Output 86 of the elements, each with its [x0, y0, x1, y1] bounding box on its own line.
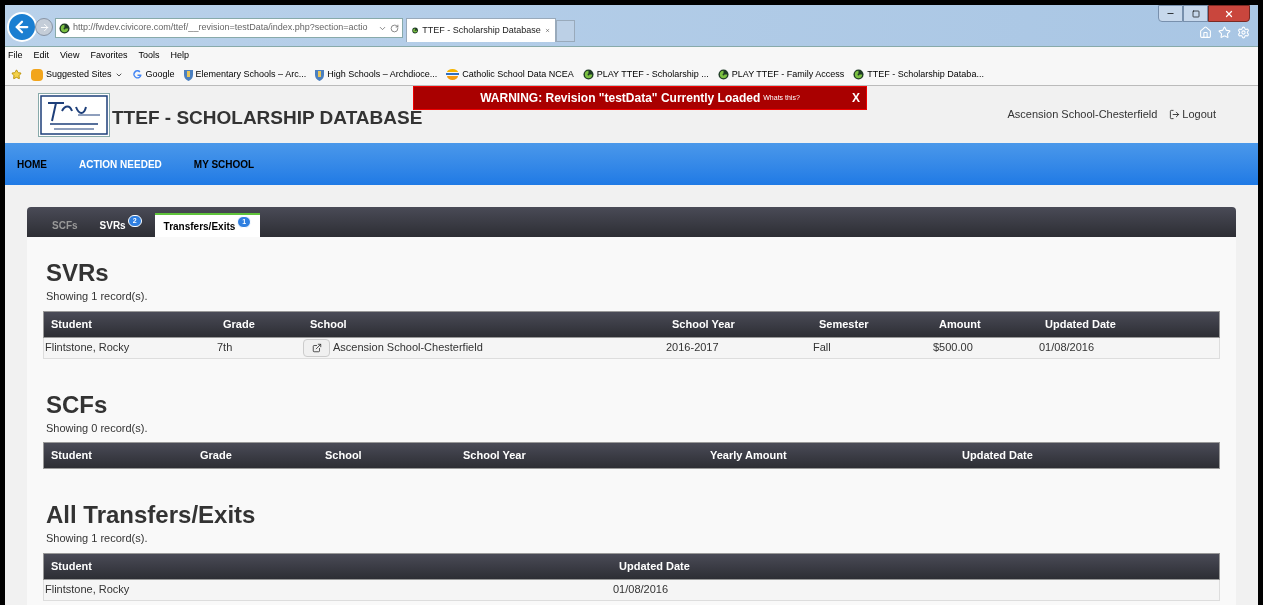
logo-icon — [38, 92, 110, 137]
column-header: Yearly Amount — [709, 448, 788, 464]
restore-icon — [1191, 9, 1200, 18]
column-header: Updated Date — [618, 558, 691, 574]
shield-icon — [315, 68, 325, 81]
menu-item[interactable]: View — [60, 48, 80, 63]
favorites-star-icon[interactable] — [11, 69, 22, 80]
logout-icon — [1169, 109, 1181, 120]
logout-link[interactable]: Logout — [1169, 106, 1216, 123]
column-header: School Year — [462, 448, 527, 464]
favorite-link[interactable]: Elementary Schools – Arc... — [183, 67, 307, 82]
swirl-icon — [59, 22, 70, 34]
record-count: Showing 1 record(s). — [46, 289, 149, 304]
column-header: Amount — [938, 316, 982, 332]
swirl-icon — [582, 69, 594, 80]
new-tab-button[interactable] — [556, 20, 575, 42]
star-icon[interactable] — [1218, 26, 1231, 39]
table-cell-text: 2016-2017 — [665, 340, 720, 356]
record-count: Showing 1 record(s). — [46, 531, 149, 546]
favorite-link[interactable]: Google — [131, 67, 175, 82]
column-header: Updated Date — [1044, 316, 1117, 332]
column-header: Student — [50, 316, 93, 332]
open-link-button[interactable] — [303, 338, 330, 357]
column-header: Grade — [222, 316, 256, 332]
favorite-link[interactable]: Catholic School Data NCEA — [446, 67, 574, 82]
close-tab-icon — [544, 26, 550, 35]
settings-icon[interactable] — [1237, 26, 1250, 39]
external-link-icon — [311, 342, 322, 353]
column-header: Updated Date — [961, 448, 1034, 464]
column-header: Semester — [818, 316, 870, 332]
table-cell-text: 01/08/2016 — [612, 582, 670, 598]
bowl-icon — [446, 69, 460, 80]
tab-title: TTEF - Scholarship Database — [422, 23, 541, 37]
browser-tab[interactable]: TTEF - Scholarship Database — [406, 18, 556, 42]
section-title: SVRs — [46, 259, 110, 287]
favorite-link[interactable]: High Schools – Archdioce... — [315, 67, 438, 82]
menu-item[interactable]: File — [8, 48, 23, 63]
favorite-link[interactable]: TTEF - Scholarship Databa... — [853, 67, 984, 82]
bing-icon — [31, 68, 43, 81]
column-header: School — [309, 316, 348, 332]
url-text: http://fwdev.civicore.com/ttef/__revision=testData/index.php?section=actio — [73, 21, 369, 35]
column-header: School Year — [671, 316, 736, 332]
favorite-link[interactable]: PLAY TTEF - Scholarship ... — [582, 67, 709, 82]
section-title: SCFs — [46, 390, 109, 419]
section-title: All Transfers/Exits — [46, 501, 257, 529]
forward-arrow-icon — [38, 21, 50, 33]
warning-text: WARNING: Revision "testData" Currently Loaded — [480, 90, 761, 107]
menu-item[interactable]: Tools — [138, 48, 160, 63]
table-cell-text: 7th — [216, 340, 234, 356]
close-warning-button[interactable]: X — [852, 89, 860, 107]
menu-item[interactable]: Favorites — [90, 48, 128, 63]
column-header: Student — [50, 448, 93, 464]
tab[interactable]: SCFs — [43, 213, 87, 237]
minimize-button[interactable] — [1158, 5, 1183, 22]
forward-button[interactable] — [35, 18, 53, 36]
table-cell-text: Fall — [812, 340, 832, 356]
school-name: Ascension School-Chesterfield — [1007, 107, 1158, 123]
table-cell-text: 01/08/2016 — [1038, 340, 1096, 356]
favorite-link[interactable]: Suggested Sites — [31, 67, 123, 82]
site-title: TTEF - SCHOLARSHIP DATABASE — [112, 106, 423, 131]
swirl-icon — [717, 69, 729, 80]
g-logo-icon — [131, 69, 143, 80]
home-icon[interactable] — [1199, 26, 1212, 39]
close-icon — [1224, 8, 1234, 19]
back-button[interactable] — [7, 12, 37, 42]
record-count: Showing 0 record(s). — [46, 420, 149, 436]
table-cell-text: Flintstone, Rocky — [44, 582, 131, 598]
restore-button[interactable] — [1183, 5, 1208, 22]
swirl-icon — [853, 69, 865, 80]
table-cell-text: Ascension School-Chesterfield — [333, 340, 483, 356]
nav-link[interactable]: ACTION NEEDED — [79, 156, 162, 172]
table-cell-text: Flintstone, Rocky — [44, 340, 131, 356]
nav-link[interactable]: MY SCHOOL — [193, 156, 255, 172]
nav-link[interactable]: HOME — [17, 156, 47, 172]
address-bar[interactable]: http://fwdev.civicore.com/ttef/__revision=testData/index.php?section=actio — [55, 18, 403, 38]
close-window-button[interactable] — [1208, 5, 1250, 22]
favorite-link[interactable]: PLAY TTEF - Family Access — [717, 67, 845, 82]
menu-item[interactable]: Help — [170, 48, 189, 63]
table-cell-text: $500.00 — [932, 340, 974, 356]
column-header: Student — [50, 558, 93, 574]
menu-item[interactable]: Edit — [33, 48, 50, 63]
shield-icon — [183, 68, 193, 81]
refresh-icon — [390, 23, 399, 33]
swirl-icon — [412, 25, 419, 36]
column-header: School — [324, 448, 363, 464]
column-header: Grade — [199, 448, 233, 464]
